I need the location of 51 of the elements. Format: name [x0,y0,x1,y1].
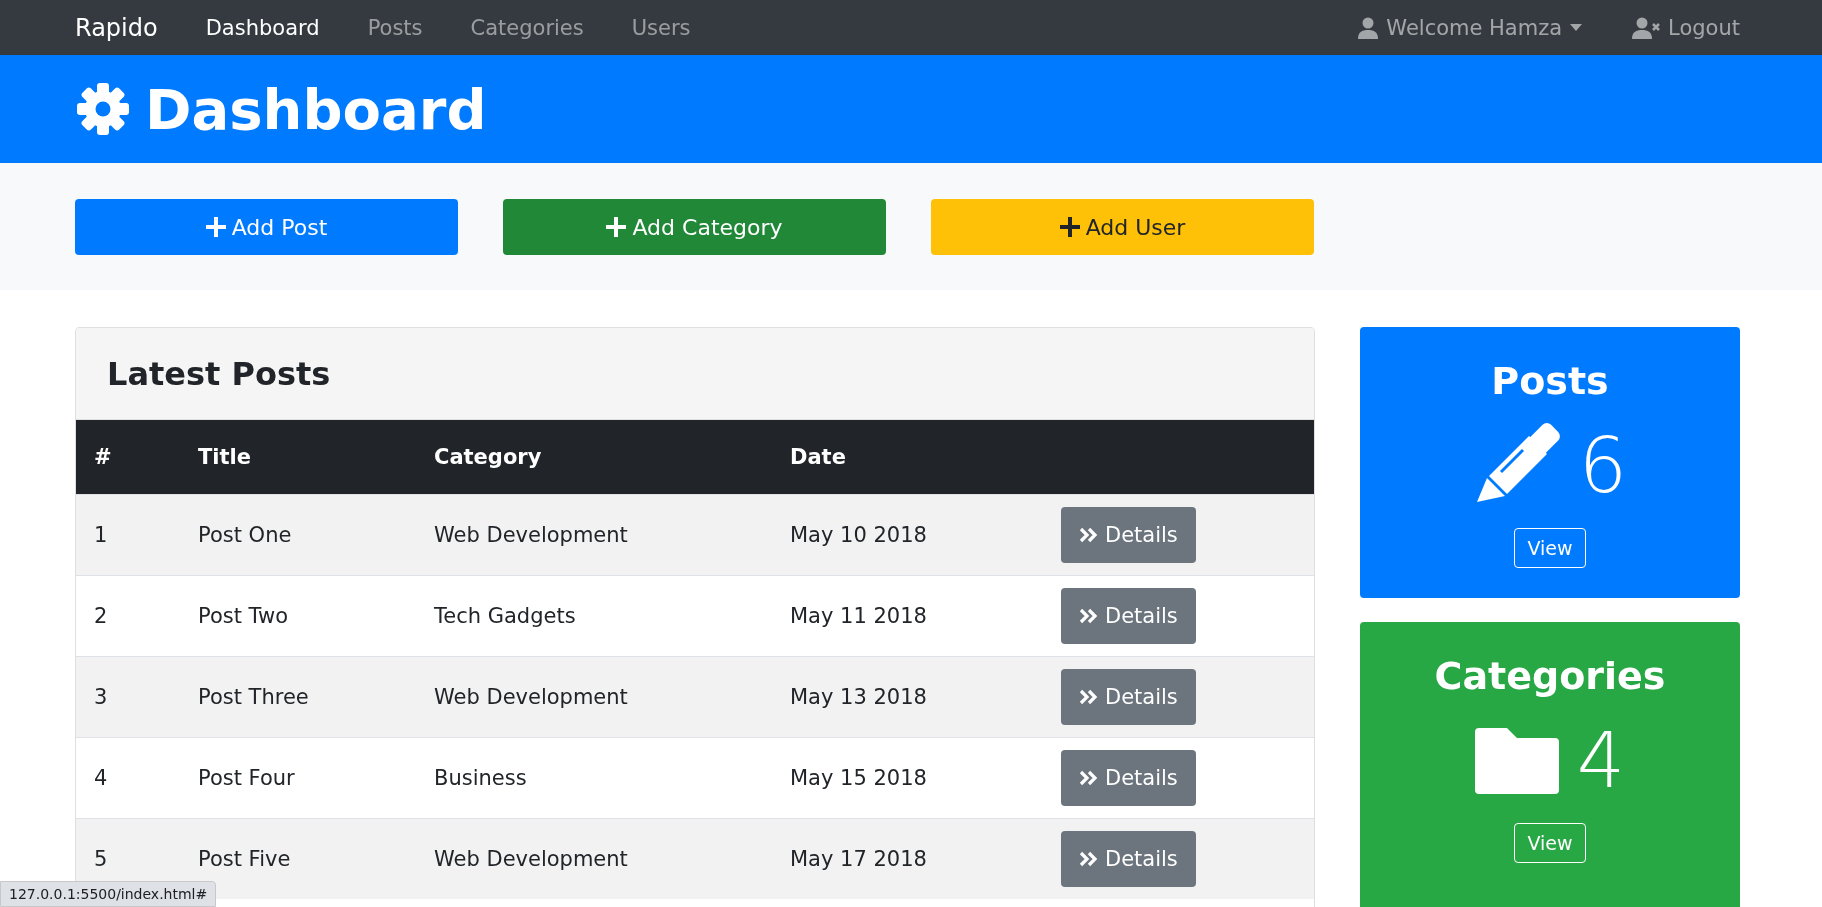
double-chevron-icon [1079,689,1099,705]
table-cell: 1 [76,494,180,576]
card-title: Latest Posts [76,328,1314,420]
add-category-button[interactable]: Add Category [503,199,886,255]
details-button[interactable]: Details [1061,669,1196,725]
double-chevron-icon [1079,851,1099,867]
column-header: Category [416,420,772,495]
plus-icon [205,217,226,237]
stat-title: Posts [1491,359,1609,403]
table-cell: Web Development [416,656,772,738]
user-icon [1358,16,1379,39]
status-url: 127.0.0.1:5500/index.html# [0,881,217,907]
brand-link[interactable]: Rapido [75,13,158,42]
column-header: Title [180,420,416,495]
details-button[interactable]: Details [1061,588,1196,644]
double-chevron-icon [1079,527,1099,543]
add-user-button[interactable]: Add User [931,199,1314,255]
settings-icon [75,81,131,137]
details-button[interactable]: Details [1061,831,1196,887]
stat-title: Categories [1434,654,1666,698]
details-button[interactable]: Details [1061,750,1196,806]
table-cell: May 17 2018 [772,818,1043,899]
nav-link[interactable]: Users [631,15,691,40]
stat-count: 4 [1576,716,1626,805]
details-button[interactable]: Details [1061,507,1196,563]
table-cell: May 10 2018 [772,494,1043,576]
table-cell: 3 [76,656,180,738]
folder-icon [1474,727,1559,794]
view-button[interactable]: View [1514,528,1586,568]
view-button[interactable]: View [1514,823,1586,863]
stat-count: 6 [1578,421,1628,510]
nav-link[interactable]: Categories [470,15,584,40]
logout-link[interactable]: Logout [1632,15,1740,40]
user-menu[interactable]: Welcome Hamza [1358,15,1583,40]
double-chevron-icon [1079,770,1099,786]
double-chevron-icon [1079,608,1099,624]
nav-link[interactable]: Dashboard [205,15,320,40]
user-remove-icon [1632,16,1661,39]
column-header: Date [772,420,1043,495]
table-cell: Web Development [416,494,772,576]
plus-icon [606,217,627,237]
nav-link[interactable]: Posts [367,15,423,40]
column-header: # [76,420,180,495]
page-title: Dashboard [145,76,487,142]
table-cell: Post Three [180,656,416,738]
table-cell: May 13 2018 [772,656,1043,738]
table-cell: Web Development [416,818,772,899]
table-cell: Post One [180,494,416,576]
plus-icon [1059,217,1080,237]
add-post-button[interactable]: Add Post [75,199,458,255]
caret-icon [1570,24,1583,31]
